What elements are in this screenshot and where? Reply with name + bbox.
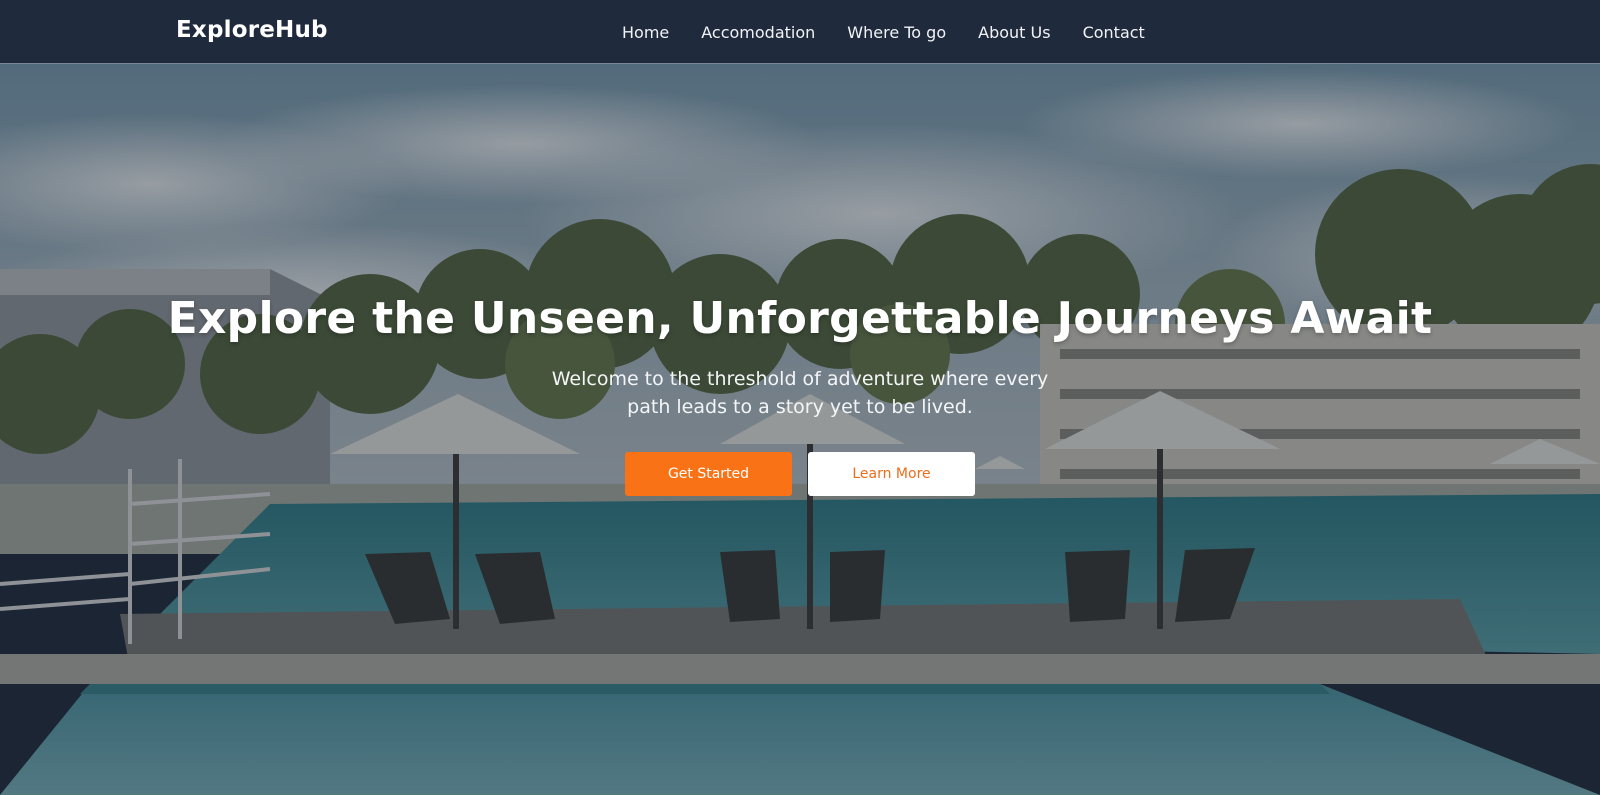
nav-link-accomodation[interactable]: Accomodation — [701, 23, 815, 42]
hero-dark-overlay — [0, 64, 1600, 795]
nav-link-about-us[interactable]: About Us — [978, 23, 1050, 42]
get-started-button[interactable]: Get Started — [625, 452, 792, 496]
nav-link-contact[interactable]: Contact — [1083, 23, 1145, 42]
nav-link-where-to-go[interactable]: Where To go — [847, 23, 946, 42]
hero-title: Explore the Unseen, Unforgettable Journe… — [167, 293, 1433, 344]
learn-more-button[interactable]: Learn More — [808, 452, 975, 496]
hero-cta-group: Get Started Learn More — [625, 452, 975, 496]
hero-section: Explore the Unseen, Unforgettable Journe… — [0, 64, 1600, 795]
brand-logo[interactable]: ExploreHub — [176, 17, 328, 43]
top-navbar: ExploreHub Home Accomodation Where To go… — [0, 0, 1600, 64]
nav-link-home[interactable]: Home — [622, 23, 669, 42]
hero-subtitle: Welcome to the threshold of adventure wh… — [551, 368, 1049, 418]
main-nav: Home Accomodation Where To go About Us C… — [622, 0, 1177, 64]
